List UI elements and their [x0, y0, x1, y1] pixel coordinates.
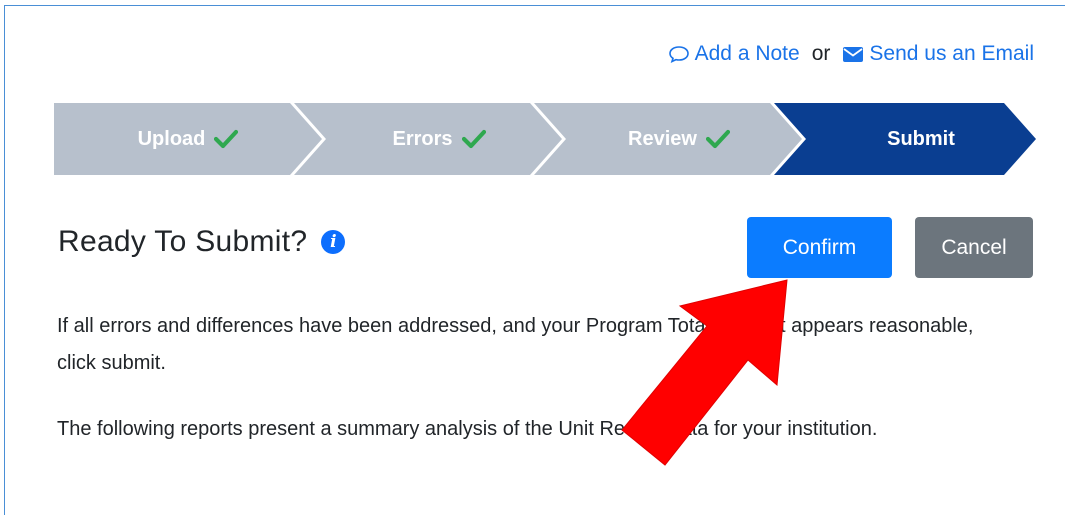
step-errors-label: Errors [392, 127, 453, 150]
progress-steps: Upload Errors Review Submit [54, 103, 1036, 175]
step-review[interactable]: Review [556, 103, 802, 175]
checkmark-icon [705, 129, 730, 149]
page-title: Ready To Submit? [58, 225, 308, 258]
info-icon[interactable]: i [321, 230, 346, 254]
add-note-label: Add a Note [694, 42, 800, 65]
step-review-label: Review [628, 127, 697, 150]
step-submit-label: Submit [887, 127, 955, 150]
reports-paragraph: The following reports present a summary … [57, 418, 878, 440]
send-email-link[interactable]: Send us an Email [842, 42, 1034, 66]
or-text: or [811, 42, 831, 65]
step-errors[interactable]: Errors [316, 103, 562, 175]
envelope-icon [843, 46, 864, 62]
speech-bubble-icon [668, 46, 689, 63]
send-email-label: Send us an Email [869, 42, 1034, 65]
add-note-link[interactable]: Add a Note [668, 42, 800, 66]
confirm-button[interactable]: Confirm [747, 217, 892, 278]
checkmark-icon [461, 129, 486, 149]
instruction-paragraph: If all errors and differences have been … [57, 315, 974, 374]
top-links: Add a Note or Send us an Email [668, 42, 1034, 66]
cancel-button[interactable]: Cancel [915, 217, 1033, 278]
step-submit[interactable]: Submit [806, 103, 1036, 175]
step-upload-label: Upload [137, 127, 206, 150]
title-row: Ready To Submit? i [58, 225, 346, 259]
checkmark-icon [214, 129, 239, 149]
step-upload[interactable]: Upload [54, 103, 322, 175]
